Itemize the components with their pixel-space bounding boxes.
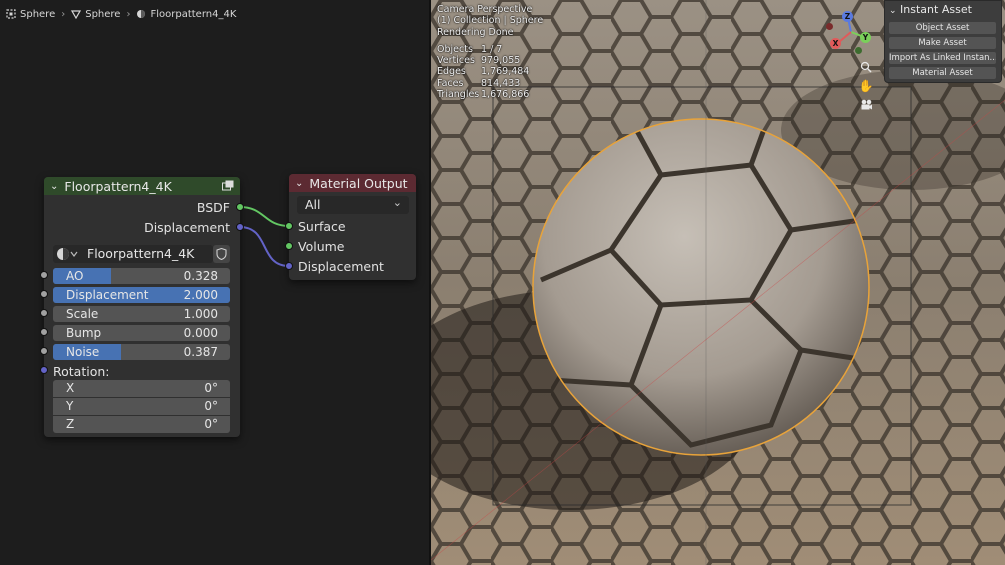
collapse-chevron-icon[interactable]: ⌄ [50,181,58,192]
datablock-selector[interactable]: Floorpattern4_4K [53,245,213,263]
gizmo-y-axis[interactable]: Y [860,32,871,43]
input-socket-displacement-out[interactable] [285,262,293,270]
bump-value: 0.000 [183,326,218,340]
scale-slider[interactable]: Scale 1.000 [53,306,230,322]
rotation-z-label: Z [66,417,75,431]
make-asset-button[interactable]: Make Asset [889,37,996,49]
gizmo-neg-x[interactable] [826,23,833,30]
object-asset-button[interactable]: Object Asset [889,22,996,34]
link-bsdf-surface [239,206,290,227]
stat-objects: Objects 1 / 7 [437,43,503,55]
bump-label: Bump [66,326,102,340]
displacement-value: 2.000 [183,288,218,302]
output-socket-displacement[interactable] [236,223,244,231]
stat-faces: Faces 814,433 [437,77,521,89]
output-displacement-label: Displacement [144,219,230,235]
zoom-icon[interactable] [857,58,875,76]
view-name: Camera Perspective [437,4,533,15]
stat-edges: Edges 1,769,484 [437,66,530,78]
input-socket-displacement[interactable] [40,290,48,298]
input-volume-label: Volume [298,238,345,254]
scale-label: Scale [66,307,99,321]
3d-viewport[interactable]: Camera Perspective (1) Collection | Sphe… [431,0,1005,565]
group-node-title: Floorpattern4_4K [64,178,172,194]
noise-slider[interactable]: Noise 0.387 [53,344,230,360]
rotation-x-field[interactable]: X 0° [53,380,230,397]
input-socket-bump[interactable] [40,328,48,336]
rotation-y-value: 0° [204,399,218,413]
target-dropdown[interactable]: All ⌄ [297,196,409,214]
output-displacement: Displacement [144,219,230,235]
node-group-icon[interactable] [222,180,234,191]
input-socket-rotation[interactable] [40,366,48,374]
collapse-chevron-icon[interactable]: ⌄ [889,6,897,16]
bump-slider[interactable]: Bump 0.000 [53,325,230,341]
stat-vertices: Vertices 979,055 [437,55,521,67]
material-output-title: Material Output [309,175,408,191]
input-surface-label: Surface [298,218,346,234]
chevron-down-icon: ⌄ [392,196,402,209]
target-dropdown-value: All [305,197,321,212]
noise-value: 0.387 [183,345,218,359]
material-asset-button[interactable]: Material Asset [889,67,996,79]
rotation-y-field[interactable]: Y 0° [53,398,230,415]
material-output-node[interactable]: ⌄ Material Output All ⌄ Surface Volume D… [285,174,416,280]
shield-icon [216,248,227,260]
collapse-chevron-icon[interactable]: ⌄ [295,178,303,189]
instant-asset-panel: ⌄ Instant Asset Object Asset Make Asset … [884,0,1002,83]
rotation-x-label: X [66,381,75,395]
gizmo-x-axis[interactable]: X [830,38,841,49]
output-bsdf: BSDF [197,199,230,215]
rotation-label: Rotation: [53,363,110,379]
input-socket-scale[interactable] [40,309,48,317]
displacement-slider[interactable]: Displacement 2.000 [53,287,230,303]
output-bsdf-label: BSDF [196,199,230,215]
input-displacement: Displacement [298,258,384,274]
ao-label: AO [66,269,84,283]
blender-window: Sphere › Sphere › Floorpattern4_4K ⌄ Flo… [0,0,1005,565]
rotation-y-label: Y [66,399,74,413]
navigation-gizmo[interactable]: Z Y X [826,10,872,54]
input-volume: Volume [298,238,345,254]
noise-label: Noise [66,345,100,359]
material-output-header[interactable]: ⌄ Material Output [289,174,416,192]
scale-value: 1.000 [183,307,218,321]
collection-info: (1) Collection | Sphere [437,15,544,27]
input-surface: Surface [298,218,346,234]
input-socket-noise[interactable] [40,347,48,355]
input-socket-ao[interactable] [40,271,48,279]
input-displacement-label: Displacement [298,258,384,274]
gizmo-neg-y[interactable] [855,47,862,54]
rotation-z-value: 0° [204,417,218,431]
import-linked-instance-button[interactable]: Import As Linked Instan... [889,52,996,64]
node-tree-icon [57,248,78,260]
rotation-label-text: Rotation: [53,363,110,379]
gizmo-z-axis[interactable]: Z [842,11,853,22]
ao-value: 0.328 [183,269,218,283]
input-socket-surface[interactable] [285,222,293,230]
shader-node-editor[interactable]: Sphere › Sphere › Floorpattern4_4K ⌄ Flo… [0,0,429,565]
panel-title-text: Instant Asset [900,3,972,16]
group-node[interactable]: ⌄ Floorpattern4_4K BSDF Displacement Flo… [40,177,244,437]
link-displacement [239,226,290,267]
displacement-label: Displacement [66,288,149,302]
group-node-header[interactable]: ⌄ Floorpattern4_4K [44,177,240,195]
output-socket-bsdf[interactable] [236,203,244,211]
viewport-overlay-info: Camera Perspective (1) Collection | Sphe… [437,4,543,100]
render-status: Rendering Done [437,26,514,38]
rotation-x-value: 0° [204,381,218,395]
datablock-name: Floorpattern4_4K [87,246,195,261]
stat-triangles: Triangles 1,676,866 [437,89,530,101]
fake-user-button[interactable] [213,245,230,263]
camera-view-icon[interactable] [857,96,875,114]
rotation-z-field[interactable]: Z 0° [53,416,230,433]
input-socket-volume[interactable] [285,242,293,250]
pan-hand-icon[interactable]: ✋ [857,77,875,95]
ao-slider[interactable]: AO 0.328 [53,268,230,284]
panel-header[interactable]: ⌄ Instant Asset [889,3,972,16]
